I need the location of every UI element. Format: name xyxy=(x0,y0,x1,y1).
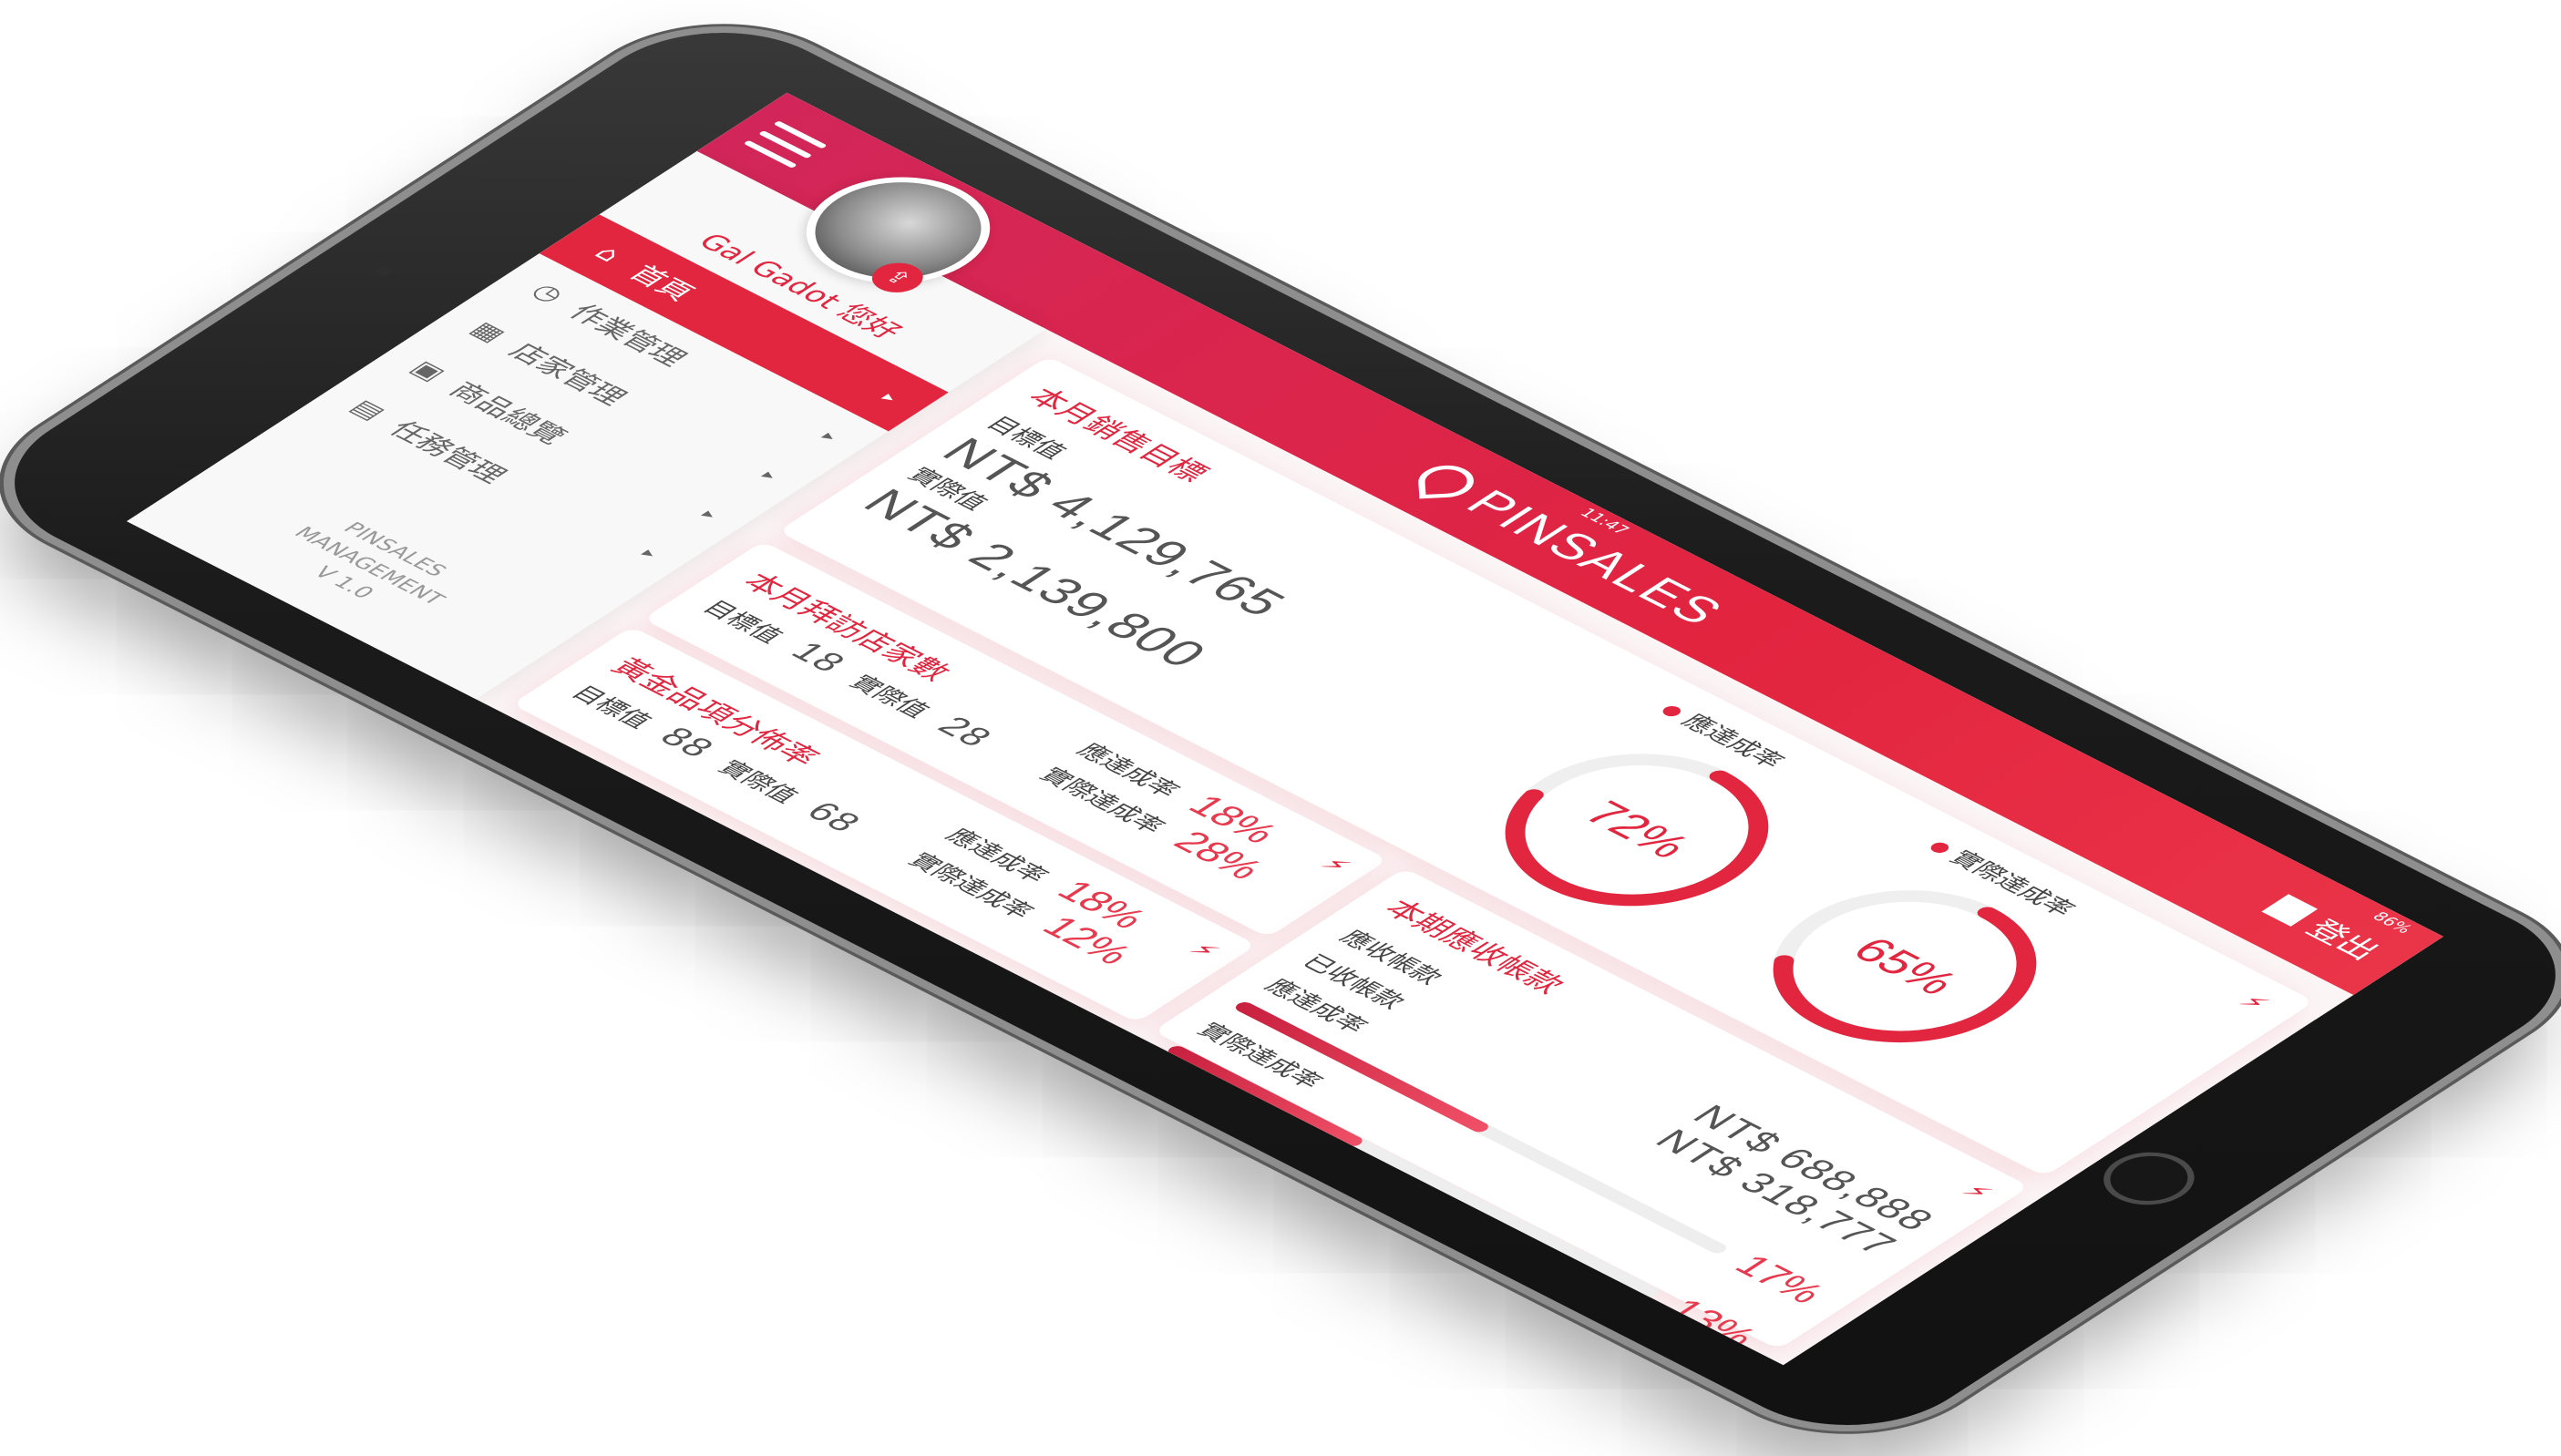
bag-icon: ▣ xyxy=(403,356,453,385)
caret-right-icon: ▸ xyxy=(696,506,724,523)
calendar-icon: ▤ xyxy=(343,395,394,425)
home-icon: ⌂ xyxy=(587,241,630,267)
hamburger-menu-icon[interactable] xyxy=(739,118,833,171)
sidebar-item-label: 首頁 xyxy=(622,260,703,306)
tablet-frame: 11:47 86% PINSALES 登出 ⇪ Gal Gadot 您好 ⌂ 首… xyxy=(0,1,2561,1456)
clock-icon: ◷ xyxy=(524,279,572,307)
caret-right-icon: ▸ xyxy=(877,389,903,405)
tablet-device: 11:47 86% PINSALES 登出 ⇪ Gal Gadot 您好 ⌂ 首… xyxy=(0,0,2561,1456)
caret-right-icon: ▸ xyxy=(817,428,844,445)
caret-right-icon: ▸ xyxy=(756,467,784,484)
logout-button[interactable]: 登出 xyxy=(2256,890,2394,966)
store-icon: ▦ xyxy=(463,317,513,346)
logout-icon xyxy=(2261,894,2319,927)
caret-right-icon: ▸ xyxy=(636,545,663,561)
pin-logo-icon xyxy=(1417,464,1476,499)
